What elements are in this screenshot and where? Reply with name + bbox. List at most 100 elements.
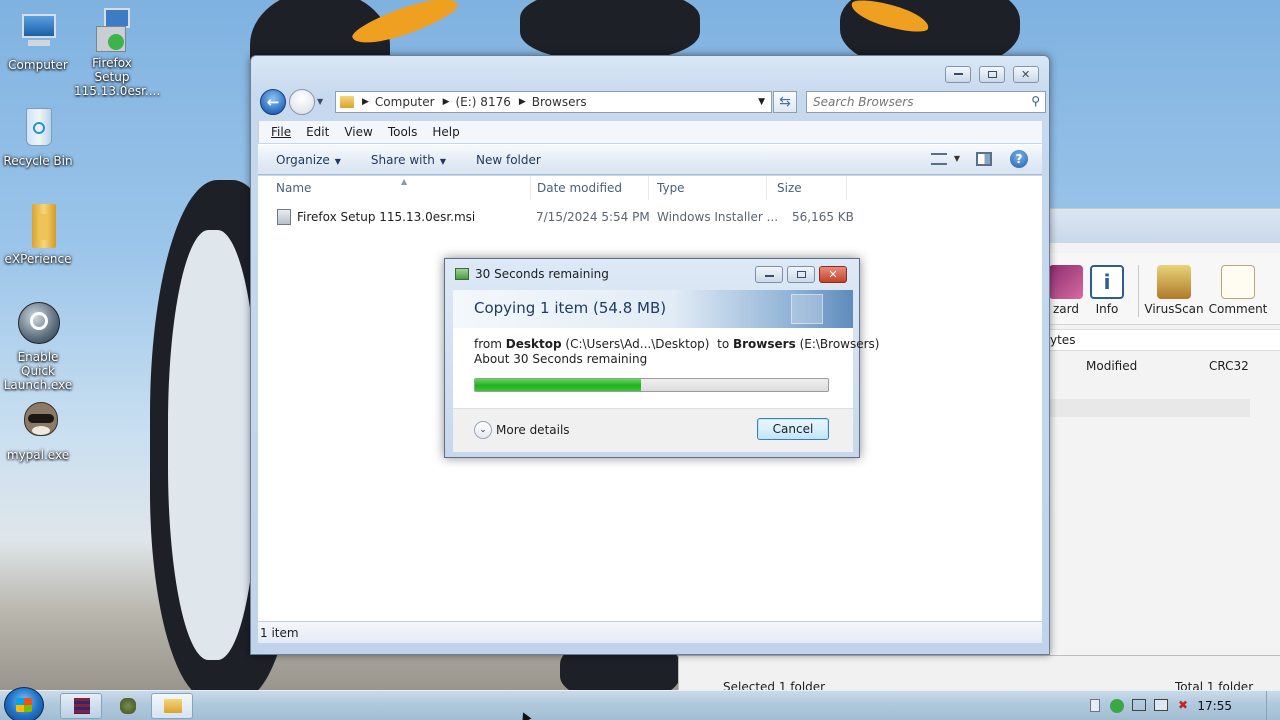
system-tray: ✖ 17:55 (1070, 691, 1280, 720)
column-header-type[interactable]: Type (647, 176, 767, 200)
desktop-icon-mypal[interactable]: mypal.exe (0, 400, 76, 462)
desktop-icon-label: Computer (8, 58, 68, 72)
dialog-close-button[interactable]: ✕ (819, 266, 847, 283)
share-with-button[interactable]: Share with ▼ (371, 153, 446, 167)
preview-pane-icon[interactable] (976, 152, 992, 166)
column-header-name[interactable]: Name ▲ (266, 176, 531, 200)
more-details-toggle[interactable]: ⌄ More details (474, 421, 570, 439)
breadcrumb-computer[interactable]: Computer (375, 95, 435, 109)
to-word: to (717, 337, 730, 351)
desktop-icon-recycle-bin[interactable]: Recycle Bin (0, 106, 76, 168)
search-icon[interactable]: ⚲ (1031, 94, 1040, 108)
column-header-size[interactable]: Size (767, 176, 847, 200)
organize-label: Organize (276, 152, 330, 167)
dialog-minimize-button[interactable] (755, 266, 783, 283)
taskbar-archive-app[interactable] (60, 693, 102, 719)
quick-launch-icon (16, 302, 60, 346)
dialog-footer: ⌄ More details Cancel (453, 408, 853, 452)
taskbar-app[interactable] (106, 693, 148, 719)
file-size: 56,165 KB (792, 210, 854, 224)
copy-from-to: from Desktop (C:\Users\Ad...\Desktop) to… (474, 337, 879, 352)
info-icon: i (1090, 265, 1124, 299)
item-count: 1 item (260, 626, 299, 640)
comment-icon (1221, 265, 1255, 299)
dialog-title: 30 Seconds remaining (475, 267, 609, 281)
sort-up-icon: ▲ (401, 177, 408, 186)
view-options-icon[interactable] (931, 153, 947, 165)
column-header-crc32[interactable]: CRC32 (1209, 359, 1249, 373)
address-dropdown-icon[interactable]: ▼ (758, 97, 765, 107)
organize-button[interactable]: Organize ▼ (276, 153, 341, 167)
menu-tools[interactable]: Tools (388, 125, 418, 139)
network-icon[interactable] (1132, 699, 1146, 711)
close-icon: ✕ (828, 268, 838, 281)
minimize-button[interactable] (945, 66, 971, 83)
display-icon[interactable] (1154, 699, 1168, 711)
recent-pages-dropdown-icon[interactable]: ▼ (317, 97, 323, 106)
notification-icon[interactable] (1090, 699, 1100, 712)
share-with-label: Share with (370, 152, 435, 167)
taskbar-explorer[interactable] (151, 693, 193, 719)
file-row[interactable]: Firefox Setup 115.13.0esr.msi 7/15/2024 … (268, 205, 858, 229)
help-icon[interactable]: ? (1010, 150, 1028, 168)
path-field[interactable]: ytes (1050, 329, 1280, 351)
menu-file[interactable]: File (271, 125, 291, 139)
desktop-icon-computer[interactable]: Computer (0, 10, 76, 72)
menu-edit[interactable]: Edit (306, 125, 329, 139)
address-bar[interactable]: ▶ Computer ▶ (E:) 8176 ▶ Browsers ▼ (335, 91, 772, 113)
show-desktop-button[interactable] (1266, 691, 1280, 720)
tool-comment[interactable]: Comment (1208, 265, 1268, 316)
breadcrumb-browsers[interactable]: Browsers (532, 95, 587, 109)
recycle-bin-icon (16, 106, 60, 150)
copy-progress-bar (474, 378, 829, 392)
column-header-modified[interactable]: Modified (1086, 359, 1137, 373)
file-name: Firefox Setup 115.13.0esr.msi (297, 210, 476, 224)
source-link[interactable]: Desktop (506, 337, 562, 351)
start-button[interactable] (4, 687, 44, 720)
virus-scan-icon (1157, 265, 1191, 299)
menu-view[interactable]: View (344, 125, 372, 139)
destination-path: (E:\Browsers) (799, 337, 880, 351)
time-remaining: About 30 Seconds remaining (474, 352, 648, 366)
background-window-statusbar: Selected 1 folder Total 1 folder (678, 655, 1280, 694)
menu-bar: File Edit View Tools Help (258, 121, 1042, 143)
breadcrumb-separator-icon: ▶ (362, 97, 369, 107)
clock[interactable]: 17:55 (1197, 699, 1232, 713)
desktop-icon-quick-launch[interactable]: Enable Quick Launch.exe (0, 302, 76, 392)
tool-label: Comment (1208, 302, 1268, 316)
volume-muted-icon[interactable]: ✖ (1178, 698, 1188, 712)
back-button[interactable]: ← (260, 89, 286, 115)
new-folder-button[interactable]: New folder (476, 153, 541, 167)
tool-info[interactable]: i Info (1077, 265, 1137, 316)
view-dropdown-icon[interactable]: ▼ (954, 154, 960, 163)
desktop-icon-label: mypal.exe (6, 448, 70, 462)
desktop-icon-label: Recycle Bin (3, 154, 73, 168)
menu-help[interactable]: Help (432, 125, 459, 139)
search-input[interactable] (807, 92, 1017, 112)
desktop-icon-firefox-setup[interactable]: Firefox Setup 115.13.0esr.... (74, 8, 160, 98)
copy-progress-dialog: 30 Seconds remaining ✕ Copying 1 item (5… (444, 258, 879, 458)
search-box: ⚲ (806, 91, 1046, 113)
dialog-heading-text: Copying 1 item (54.8 MB) (474, 299, 667, 317)
navigation-bar: ← ▼ ▶ Computer ▶ (E:) 8176 ▶ Browsers ▼ … (257, 89, 1046, 117)
tool-virusscan[interactable]: VirusScan (1144, 265, 1204, 316)
column-header-date-modified[interactable]: Date modified (527, 176, 649, 200)
security-icon[interactable] (1110, 699, 1124, 713)
cancel-button[interactable]: Cancel (757, 418, 829, 440)
close-button[interactable]: ✕ (1013, 66, 1039, 83)
source-path: (C:\Users\Ad...\Desktop) (565, 337, 710, 351)
refresh-icon: ⇆ (779, 94, 791, 110)
desktop-icon-experience[interactable]: eXPerience (0, 204, 76, 266)
file-type: Windows Installer ... (657, 210, 779, 224)
maximize-button[interactable] (979, 66, 1005, 83)
windows-logo-icon (16, 698, 32, 712)
background-archive-window: zard i Info VirusScan Comment ytes Modif… (1049, 208, 1280, 658)
forward-button[interactable] (289, 89, 315, 115)
path-text: ytes (1050, 333, 1076, 347)
destination-link[interactable]: Browsers (733, 337, 796, 351)
refresh-button[interactable]: ⇆ (773, 91, 797, 113)
breadcrumb-drive[interactable]: (E:) 8176 (456, 95, 511, 109)
from-word: from (474, 337, 502, 351)
taskbar: ✖ 17:55 (0, 687, 1280, 720)
dialog-maximize-button[interactable] (787, 266, 815, 283)
